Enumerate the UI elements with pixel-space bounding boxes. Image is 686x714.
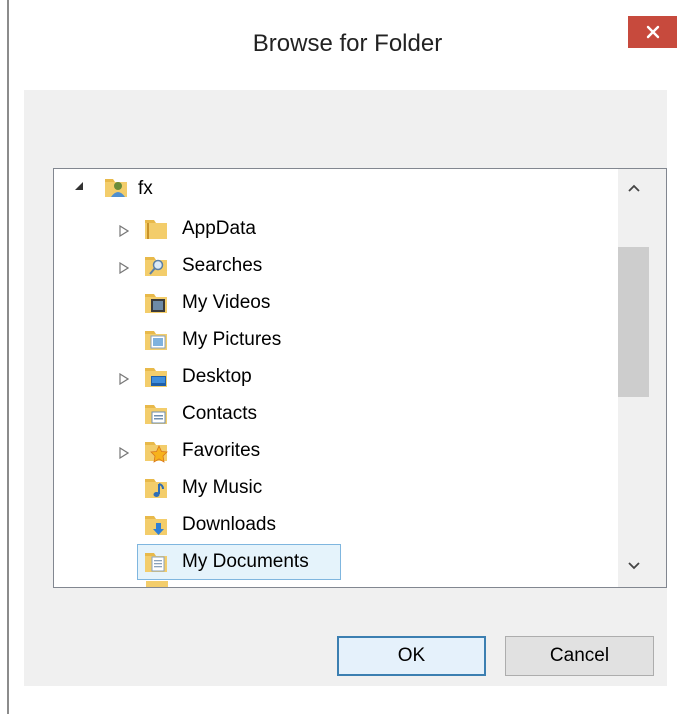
downloads-folder-icon bbox=[145, 516, 167, 535]
scroll-up-button[interactable] bbox=[618, 170, 649, 206]
scroll-thumb[interactable] bbox=[618, 247, 649, 397]
folder-icon bbox=[145, 220, 167, 239]
tree-item-favorites[interactable]: Favorites bbox=[178, 433, 264, 469]
tree-item-label: Downloads bbox=[182, 514, 276, 535]
tree-item-downloads[interactable]: Downloads bbox=[178, 507, 280, 543]
tree-item-label: My Pictures bbox=[182, 329, 282, 350]
tree-item-desktop[interactable]: Desktop bbox=[178, 359, 256, 395]
tree-item-label: Desktop bbox=[182, 366, 252, 387]
close-icon bbox=[646, 25, 659, 39]
browse-for-folder-dialog: Browse for Folder fx AppData Searches My… bbox=[0, 0, 686, 714]
window-bottom-edge bbox=[9, 686, 679, 714]
videos-folder-icon bbox=[145, 294, 167, 313]
tree-item-label: My Documents bbox=[182, 551, 309, 572]
close-button[interactable] bbox=[628, 16, 677, 48]
tree-item-my-videos[interactable]: My Videos bbox=[178, 285, 274, 321]
tree-item-fx[interactable]: fx bbox=[134, 171, 157, 207]
partial-folder-icon bbox=[146, 581, 168, 587]
chevron-up-icon bbox=[627, 184, 640, 192]
tree-item-my-documents[interactable]: My Documents bbox=[178, 544, 313, 580]
folder-tree[interactable]: fx AppData Searches My Videos My Picture… bbox=[53, 168, 667, 588]
window-border bbox=[7, 0, 9, 714]
dialog-title: Browse for Folder bbox=[252, 30, 443, 57]
tree-item-my-pictures[interactable]: My Pictures bbox=[178, 322, 285, 358]
chevron-down-icon bbox=[627, 562, 640, 570]
scroll-down-button[interactable] bbox=[618, 548, 649, 584]
tree-item-searches[interactable]: Searches bbox=[178, 248, 266, 284]
documents-folder-icon bbox=[145, 553, 167, 572]
pictures-folder-icon bbox=[145, 331, 167, 350]
tree-item-label: Searches bbox=[182, 255, 263, 276]
tree-item-my-music[interactable]: My Music bbox=[178, 470, 266, 506]
expand-icon[interactable] bbox=[117, 261, 131, 275]
tree-item-label: fx bbox=[138, 178, 153, 199]
user-folder-icon bbox=[105, 179, 127, 197]
cancel-button[interactable]: Cancel bbox=[505, 636, 654, 676]
search-folder-icon bbox=[145, 257, 167, 276]
collapse-icon[interactable] bbox=[72, 179, 86, 193]
contacts-folder-icon bbox=[145, 405, 167, 424]
ok-button[interactable]: OK bbox=[337, 636, 486, 676]
expand-icon[interactable] bbox=[117, 372, 131, 386]
desktop-folder-icon bbox=[145, 368, 167, 387]
tree-item-label: AppData bbox=[182, 218, 256, 239]
title-bar[interactable]: Browse for Folder bbox=[9, 0, 686, 90]
tree-item-label: My Music bbox=[182, 477, 263, 498]
music-folder-icon bbox=[145, 479, 167, 498]
expand-icon[interactable] bbox=[117, 224, 131, 238]
expand-icon[interactable] bbox=[117, 446, 131, 460]
tree-item-label: My Videos bbox=[182, 292, 271, 313]
favorites-folder-icon bbox=[145, 442, 168, 463]
tree-item-label: Contacts bbox=[182, 403, 257, 424]
tree-item-label: Favorites bbox=[182, 440, 261, 461]
tree-item-appdata[interactable]: AppData bbox=[178, 211, 260, 247]
tree-item-contacts[interactable]: Contacts bbox=[178, 396, 261, 432]
